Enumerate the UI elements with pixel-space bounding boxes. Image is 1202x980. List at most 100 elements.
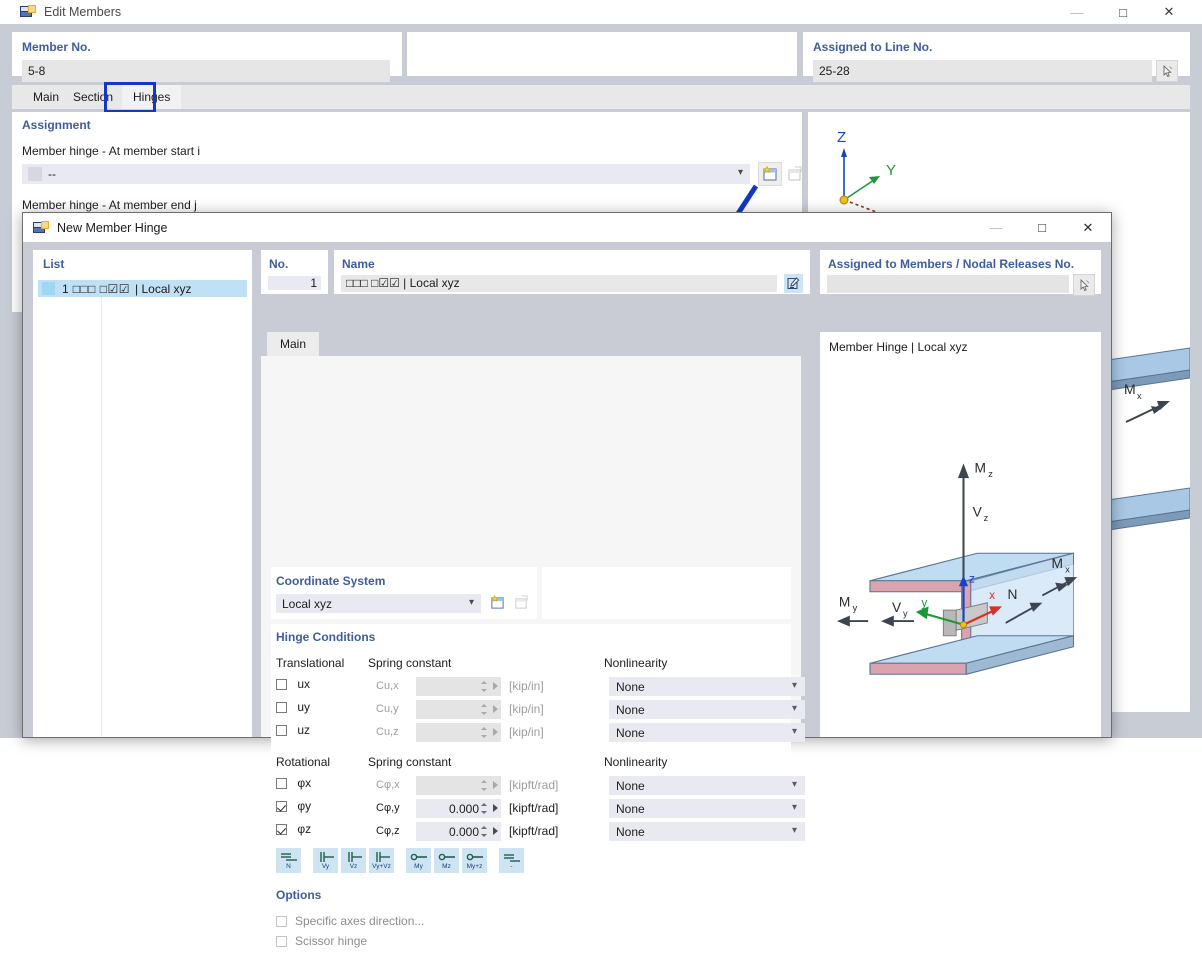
coordinate-system-combo[interactable]: Local xyz ▾ <box>276 594 481 613</box>
chevron-down-icon: ▾ <box>791 726 797 737</box>
minimize-button[interactable]: — <box>1054 0 1100 24</box>
tab-hinges[interactable]: Hinges <box>122 85 182 109</box>
nonlinearity-value-ux: None <box>616 679 645 694</box>
hinge-no-panel: No. 1 <box>261 250 328 294</box>
hinge-myz-icon[interactable]: My+z <box>462 848 487 873</box>
list-item-color-swatch <box>42 282 55 295</box>
checkbox-scissor-hinge[interactable] <box>276 935 287 947</box>
list-item[interactable]: 1 □□□ □☑☑ | Local xyz <box>38 280 247 297</box>
checkbox-specific-axes-direction[interactable] <box>276 915 287 927</box>
spring-input-uy[interactable] <box>416 700 501 719</box>
hinge-n-glyph <box>279 851 299 863</box>
pick-cursor-icon[interactable] <box>1156 60 1178 82</box>
dialog-window-controls: — □ ✕ <box>973 213 1111 242</box>
close-button[interactable]: ✕ <box>1146 0 1192 24</box>
hinge-n-icon[interactable]: N <box>276 848 301 873</box>
no-input[interactable]: 1 <box>268 276 321 290</box>
tab-section[interactable]: Section <box>62 85 124 109</box>
options-panel: Options Specific axes direction... Sciss… <box>271 882 537 980</box>
chevron-down-icon: ▾ <box>791 802 797 813</box>
hinge-row-uy: uy Cu,y [kip/in] None ▾ <box>276 700 805 719</box>
chevron-down-icon: ▾ <box>737 167 743 178</box>
nonlinearity-combo-phiz[interactable]: None ▾ <box>609 822 805 841</box>
options-right-filler <box>542 882 791 980</box>
nonlinearity-combo-uy[interactable]: None ▾ <box>609 700 805 719</box>
coordinate-system-right-filler <box>542 567 791 619</box>
hinge-conditions-panel: Hinge Conditions Translational Spring co… <box>271 624 805 877</box>
spring-input-phiz[interactable]: 0.000 <box>416 822 501 841</box>
spring-input-uz[interactable] <box>416 723 501 742</box>
edit-pencil-icon[interactable] <box>784 274 803 293</box>
stepper-arrows-icon[interactable] <box>481 702 488 717</box>
expand-arrow-icon[interactable] <box>493 728 498 736</box>
dialog-close-button[interactable]: ✕ <box>1065 213 1111 242</box>
stepper-arrows-icon[interactable] <box>481 801 488 816</box>
spring-input-ux[interactable] <box>416 677 501 696</box>
new-coordinate-system-button[interactable] <box>487 592 508 613</box>
new-member-hinge-button[interactable] <box>758 162 782 186</box>
checkbox-phiy[interactable] <box>276 801 287 813</box>
member-hinge-start-combo[interactable]: -- ▾ <box>22 164 750 184</box>
hinge-preset-label: My+z <box>466 863 483 870</box>
hinge-row-phiy: φy Cφ,y 0.000 [kipft/rad] None ▾ <box>276 799 805 818</box>
hinge-my-icon[interactable]: My <box>406 848 431 873</box>
dialog-maximize-button[interactable]: □ <box>1019 213 1065 242</box>
expand-arrow-icon[interactable] <box>493 705 498 713</box>
svg-text:x: x <box>989 588 995 602</box>
nonlinearity-combo-ux[interactable]: None ▾ <box>609 677 805 696</box>
pick-cursor-icon[interactable] <box>1073 274 1095 296</box>
option-scissor-hinge[interactable]: Scissor hinge <box>276 934 367 948</box>
checkbox-phix[interactable] <box>276 778 287 790</box>
edit-coordinate-system-button[interactable] <box>511 592 532 613</box>
expand-arrow-icon[interactable] <box>493 804 498 812</box>
dialog-minimize-button[interactable]: — <box>973 213 1019 242</box>
stepper-arrows-icon[interactable] <box>481 679 488 694</box>
stepper-arrows-icon[interactable] <box>481 824 488 839</box>
nonlinearity-combo-phix[interactable]: None ▾ <box>609 776 805 795</box>
option-label: Scissor hinge <box>295 934 368 948</box>
no-label: No. <box>269 257 289 271</box>
app-icon <box>33 220 49 235</box>
checkbox-uz[interactable] <box>276 725 287 737</box>
assigned-to-line-no-input[interactable]: 25-28 <box>813 60 1152 82</box>
expand-arrow-icon[interactable] <box>493 682 498 690</box>
assigned-members-input[interactable] <box>827 275 1069 293</box>
coordinate-system-title: Coordinate System <box>276 574 386 588</box>
edit-member-hinge-button[interactable] <box>783 162 807 186</box>
dof-label-phix: φx <box>297 776 312 790</box>
member-no-label: Member No. <box>22 40 91 54</box>
spring-unit-uz: [kip/in] <box>509 725 544 739</box>
checkbox-phiz[interactable] <box>276 824 287 836</box>
spring-unit-phiz: [kipft/rad] <box>509 824 559 838</box>
expand-arrow-icon[interactable] <box>493 781 498 789</box>
stepper-arrows-icon[interactable] <box>481 778 488 793</box>
chevron-down-icon: ▾ <box>791 680 797 691</box>
member-no-input[interactable]: 5-8 <box>22 60 390 82</box>
hinge-mz-icon[interactable]: Mz <box>434 848 459 873</box>
spring-input-phiy[interactable]: 0.000 <box>416 799 501 818</box>
hinge-vy-icon[interactable]: Vy <box>313 848 338 873</box>
hinge-none-icon[interactable]: - <box>499 848 524 873</box>
option-specific-axes-direction[interactable]: Specific axes direction... <box>276 914 424 928</box>
maximize-button[interactable]: □ <box>1100 0 1146 24</box>
assigned-line-field-box: Assigned to Line No. 25-28 <box>803 32 1190 82</box>
tab-main[interactable]: Main <box>267 332 320 356</box>
hinge-vyvz-icon[interactable]: Vy+Vz <box>369 848 394 873</box>
checkbox-uy[interactable] <box>276 702 287 714</box>
hinge-preset-toolbar: N Vy Vz Vy+Vz My Mz My+z - <box>276 848 527 873</box>
checkbox-ux[interactable] <box>276 679 287 691</box>
hinge-vz-icon[interactable]: Vz <box>341 848 366 873</box>
hinge-row-phiz: φz Cφ,z 0.000 [kipft/rad] None ▾ <box>276 822 805 841</box>
svg-text:Z: Z <box>837 129 846 146</box>
expand-arrow-icon[interactable] <box>493 827 498 835</box>
nonlinearity-combo-uz[interactable]: None ▾ <box>609 723 805 742</box>
hinge-vy-glyph <box>316 851 336 863</box>
svg-text:x: x <box>1065 565 1070 575</box>
svg-text:M: M <box>1052 556 1063 571</box>
hinge-myz-glyph <box>465 851 485 863</box>
middle-empty-box <box>407 32 797 76</box>
name-input[interactable]: □□□ □☑☑ | Local xyz <box>341 275 777 292</box>
nonlinearity-combo-phiy[interactable]: None ▾ <box>609 799 805 818</box>
spring-unit-uy: [kip/in] <box>509 702 544 716</box>
spring-input-phix[interactable] <box>416 776 501 795</box>
